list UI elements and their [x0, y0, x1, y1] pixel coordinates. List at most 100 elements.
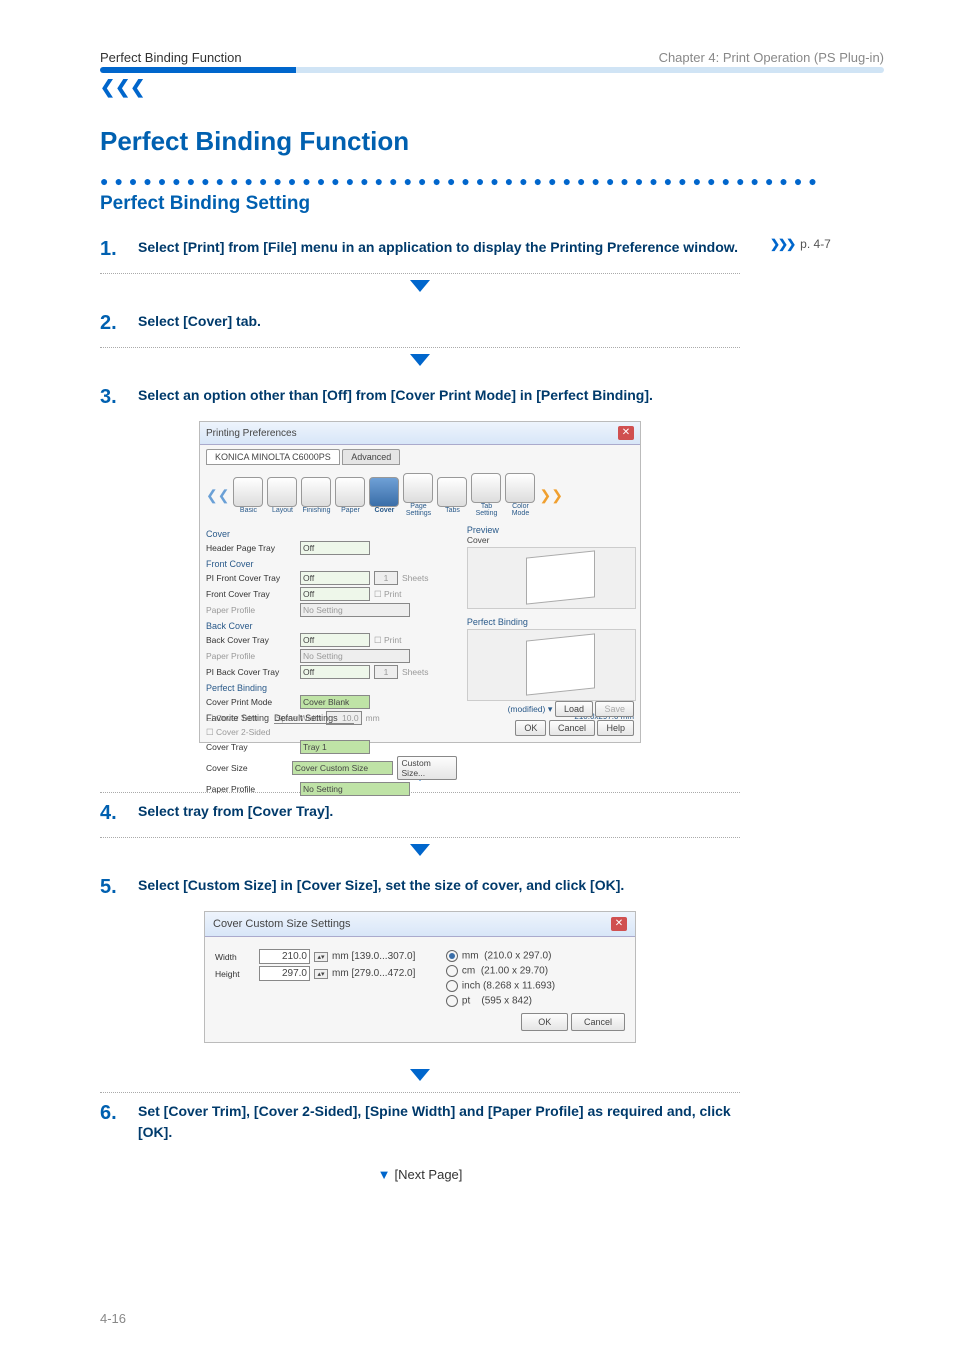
step-2: 2. Select [Cover] tab. [100, 303, 740, 348]
cover-icon[interactable] [369, 477, 399, 507]
next-page-link[interactable]: ▼[Next Page] [100, 1167, 740, 1182]
group-front-cover: Front Cover [206, 559, 457, 569]
icon-label: Tabs [437, 507, 467, 514]
step-5: 5. Select [Custom Size] in [Cover Size],… [100, 867, 740, 1063]
tab-driver[interactable]: KONICA MINOLTA C6000PS [206, 449, 340, 465]
icon-label: Basic [233, 507, 263, 514]
icon-label: Paper [335, 507, 365, 514]
paper-profile-select: No Setting [300, 603, 410, 617]
print-checkbox[interactable]: ☐ Print [374, 589, 401, 600]
width-range: mm [139.0...307.0] [332, 951, 415, 962]
cover-tray-label: Cover Tray [206, 742, 296, 752]
separator-dots: ●●●●●●●●●●●●●●●●●●●●●●●●●●●●●●●●●●●●●●●●… [100, 173, 884, 189]
height-label: Height [215, 969, 255, 979]
unit-radio-cm[interactable]: cm (21.00 x 29.70) [446, 965, 625, 977]
step-text: Select an option other than [Off] from [… [138, 385, 740, 409]
step-text: Select [Custom Size] in [Cover Size], se… [138, 875, 740, 899]
icon-label: Cover [369, 507, 399, 514]
page-settings-icon[interactable] [403, 473, 433, 503]
print-checkbox[interactable]: ☐ Print [374, 635, 401, 646]
modified-indicator: (modified) [508, 704, 546, 714]
height-input[interactable]: 297.0 [259, 966, 310, 981]
unit-radio-pt[interactable]: pt (595 x 842) [446, 995, 625, 1007]
header-right: Chapter 4: Print Operation (PS Plug-in) [659, 50, 884, 65]
chevrons-right-icon[interactable]: ❯❯ [539, 487, 562, 504]
cover-tray-select[interactable]: Tray 1 [300, 740, 370, 754]
step-number: 4. [100, 801, 126, 825]
cancel-button[interactable]: Cancel [549, 720, 595, 736]
ref-arrows-icon: ❯❯❯ [770, 237, 794, 251]
page-header: Perfect Binding Function Chapter 4: Prin… [100, 50, 884, 67]
group-perfect-binding: Perfect Binding [206, 683, 457, 693]
header-page-tray-label: Header Page Tray [206, 543, 296, 553]
icon-label: Page Settings [403, 503, 433, 517]
icon-label: Color Mode [505, 503, 535, 517]
back-cover-tray-label: Back Cover Tray [206, 635, 296, 645]
tab-setting-icon[interactable] [471, 473, 501, 503]
unit-radio-inch[interactable]: inch (8.268 x 11.693) [446, 980, 625, 992]
close-icon[interactable]: ✕ [618, 426, 634, 440]
step-1: 1. Select [Print] from [File] menu in an… [100, 229, 740, 274]
layout-icon[interactable] [267, 477, 297, 507]
paper-profile-label: Paper Profile [206, 651, 296, 661]
favorite-setting-value[interactable]: Default Settings [274, 713, 354, 724]
width-input[interactable]: 210.0 [259, 949, 310, 964]
step-text: Select tray from [Cover Tray]. [138, 801, 740, 825]
group-back-cover: Back Cover [206, 621, 457, 631]
pi-back-cover-tray-select[interactable]: Off [300, 665, 370, 679]
basic-icon[interactable] [233, 477, 263, 507]
unit-dims: (210.0 x 297.0) [484, 951, 551, 962]
back-cover-tray-select[interactable]: Off [300, 633, 370, 647]
unit-dims: (595 x 842) [481, 996, 532, 1007]
color-mode-icon[interactable] [505, 473, 535, 503]
front-cover-tray-label: Front Cover Tray [206, 589, 296, 599]
width-spinner[interactable]: ▴▾ [314, 952, 328, 962]
step-text: Select [Print] from [File] menu in an ap… [138, 237, 740, 261]
tab-advanced[interactable]: Advanced [342, 449, 400, 465]
close-icon[interactable]: ✕ [611, 917, 627, 931]
printing-preferences-dialog: Printing Preferences ✕ KONICA MINOLTA C6… [199, 421, 641, 743]
ok-button[interactable]: OK [515, 720, 546, 736]
header-rule [100, 67, 884, 73]
cover-size-select[interactable]: Cover Custom Size [292, 761, 393, 775]
paper-icon[interactable] [335, 477, 365, 507]
unit-radio-mm[interactable]: mm (210.0 x 297.0) [446, 950, 625, 962]
height-spinner[interactable]: ▴▾ [314, 969, 328, 979]
header-left: Perfect Binding Function [100, 50, 242, 65]
step-number: 5. [100, 875, 126, 899]
down-arrow-icon [100, 1067, 740, 1088]
cover-size-label: Cover Size [206, 763, 288, 773]
sheets-spinner: 1 [374, 571, 398, 585]
header-page-tray-select[interactable]: Off [300, 541, 370, 555]
finishing-icon[interactable] [301, 477, 331, 507]
chevrons-left-icon[interactable]: ❮❮ [206, 487, 229, 504]
preview-cover-image [467, 547, 636, 609]
step-3: 3. Select an option other than [Off] fro… [100, 377, 740, 763]
favorite-setting-label: Favorite Setting [206, 713, 269, 723]
step-6: 6. Set [Cover Trim], [Cover 2-Sided], [S… [100, 1093, 740, 1155]
cancel-button[interactable]: Cancel [571, 1013, 625, 1031]
category-icon-bar: ❮❮ Basic Layout Finishing Paper Cover Pa… [200, 469, 640, 521]
main-title: Perfect Binding Function [100, 126, 884, 157]
group-cover: Cover [206, 529, 457, 539]
paper-profile-label: Paper Profile [206, 605, 296, 615]
down-arrow-icon [100, 842, 740, 863]
help-button[interactable]: Help [597, 720, 634, 736]
paper-profile-select: No Setting [300, 649, 410, 663]
preview-title: Preview [467, 525, 634, 535]
page-number: 4-16 [100, 1311, 126, 1326]
unit-dims: (8.268 x 11.693) [483, 981, 555, 992]
chevrons-left-icon[interactable]: ❮❮❮ [100, 77, 145, 98]
pi-front-cover-tray-select[interactable]: Off [300, 571, 370, 585]
tabs-icon[interactable] [437, 477, 467, 507]
page-reference-link[interactable]: ❯❯❯ p. 4-7 [770, 237, 831, 251]
ok-button[interactable]: OK [521, 1013, 568, 1031]
load-button[interactable]: Load [555, 701, 593, 717]
sheets-unit: Sheets [402, 667, 428, 677]
icon-label: Tab Setting [471, 503, 501, 517]
width-label: Width [215, 952, 255, 962]
pi-back-cover-tray-label: PI Back Cover Tray [206, 667, 296, 677]
custom-size-button[interactable]: Custom Size... [397, 756, 457, 780]
icon-label: Finishing [301, 507, 331, 514]
front-cover-tray-select[interactable]: Off [300, 587, 370, 601]
